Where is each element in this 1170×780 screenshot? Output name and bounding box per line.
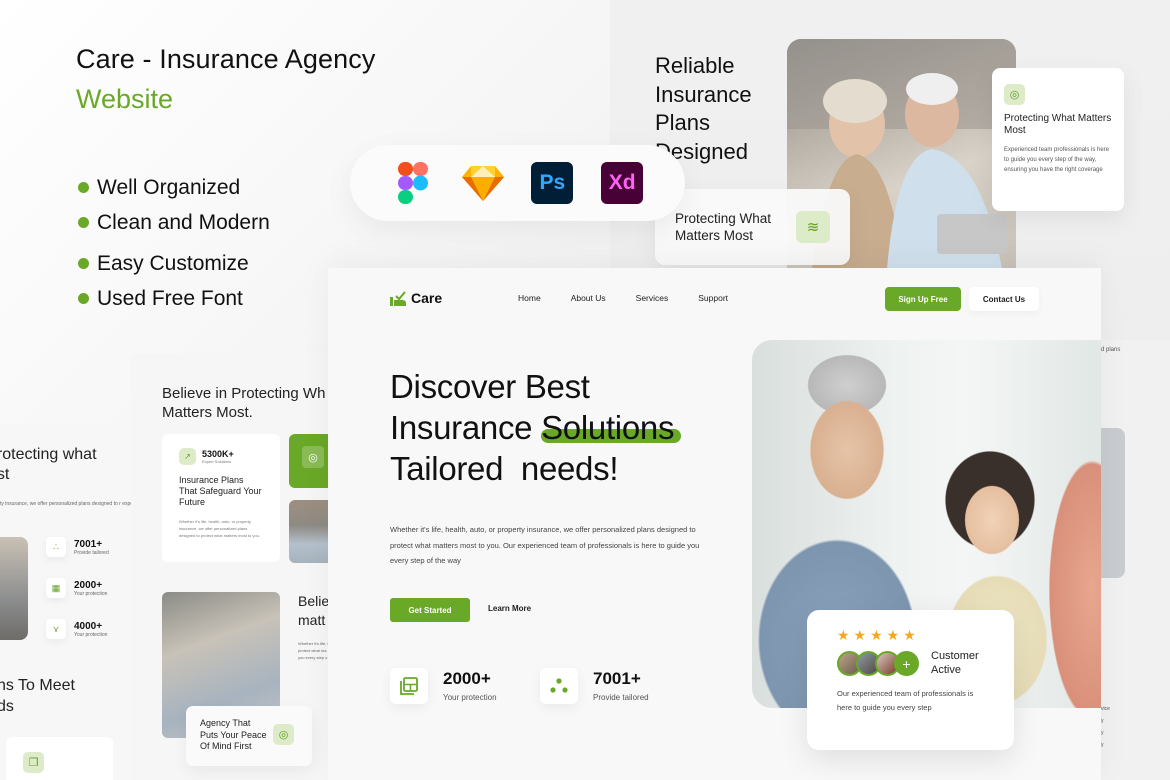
preview-card: ❐ [6,737,113,780]
customer-review-card: ★★★★★ + Customer Active Our experienced … [807,610,1014,750]
copy-icon: ❐ [23,752,44,773]
nav-links: Home About Us Services Support [518,293,758,303]
nav-services[interactable]: Services [636,293,669,303]
target-icon: ◎ [302,446,324,468]
left-preview-1: protecting whatost ty insurance, we offe… [0,425,234,780]
bullet-icon [78,217,89,228]
insurance-plans-card: ↗ 5300K+ Expert Solutions Insurance Plan… [162,434,280,562]
add-customer-icon[interactable]: + [894,651,919,676]
target-icon: ◎ [273,724,294,745]
figma-icon [392,162,434,204]
logo[interactable]: Care [390,290,442,306]
preview-card [1101,428,1125,578]
preview-photo [0,537,28,640]
footer-links: vice y y y [1101,706,1110,748]
hero-description: Whether it's life, health, auto, or prop… [390,525,700,565]
preview-heading-3: Belie matt [298,593,330,628]
stat-item: ▦ 2000+ Your protection [46,578,107,598]
right-preview-strip: d plans vice y y y [1101,340,1170,780]
wind-icon: ≋ [796,211,830,243]
preview-photo [289,500,331,563]
dots-icon: ∴ [46,537,66,557]
promo-title: Care - Insurance Agency [76,44,376,74]
nav-home[interactable]: Home [518,293,541,303]
sketch-icon [461,162,504,204]
bullet-icon [78,293,89,304]
feature-item: Clean and Modern [78,205,270,240]
green-feature-tile: ◎ [289,434,331,488]
care-logo-icon [390,290,408,306]
bullet-icon [78,258,89,269]
branch-icon: ⋎ [46,619,66,639]
feature-item: Easy Customize [78,246,270,281]
highlighted-word: Solutions [541,409,675,446]
stat-protection: 2000+ Your protection [390,668,497,704]
layout-icon: ▦ [46,578,66,598]
contact-us-button[interactable]: Contact Us [969,287,1039,311]
top-right-heading: Reliable Insurance Plans Designed [655,53,752,164]
learn-more-link[interactable]: Learn More [488,604,531,613]
xd-icon: Xd [601,162,644,204]
left-preview-2: Believe in Protecting Wh Matters Most. ↗ … [131,354,331,780]
layout-icon [390,668,428,704]
target-icon: ◎ [1004,84,1025,105]
preview-heading: protecting whatost [0,446,97,483]
peace-of-mind-card: Agency That Puts Your Peace Of Mind Firs… [186,706,312,766]
rating-stars: ★★★★★ [837,627,920,643]
hero-heading: Discover Best Insurance Solutions Tailor… [390,368,675,487]
top-right-feature-card: ◎ Protecting What Matters Most Experienc… [992,68,1124,211]
preview-heading-2: ns To Meet ds [0,677,75,715]
top-right-pill-card: Protecting What Matters Most ≋ [655,189,850,265]
feature-item: Used Free Font [78,281,270,316]
dots-icon [540,668,578,704]
stat-tailored: 7001+ Provide tailored [540,668,649,704]
promo-subtitle: Website [76,84,174,114]
customer-avatars: + [837,651,919,676]
nav-about-us[interactable]: About Us [571,293,606,303]
get-started-button[interactable]: Get Started [390,598,470,622]
stat-item: ⋎ 4000+ Your protection [46,619,107,639]
feature-item: Well Organized [78,170,270,205]
stat-item: ∴ 7001+ Provide tailored [46,537,109,557]
main-website-preview: Care Home About Us Services Support Sign… [328,268,1101,780]
sign-up-button[interactable]: Sign Up Free [885,287,961,311]
preview-heading: Believe in Protecting Wh Matters Most. [162,385,326,421]
navbar: Care Home About Us Services Support Sign… [328,268,1101,330]
nav-support[interactable]: Support [698,293,728,303]
preview-text-3: Whether it's life, i protect what ma you e… [298,641,329,660]
tools-bar: Ps Xd [350,145,685,221]
bullet-icon [78,182,89,193]
growth-icon: ↗ [179,448,196,465]
photoshop-icon: Ps [531,162,574,204]
feature-list: Well Organized Clean and Modern Easy Cus… [78,170,270,316]
